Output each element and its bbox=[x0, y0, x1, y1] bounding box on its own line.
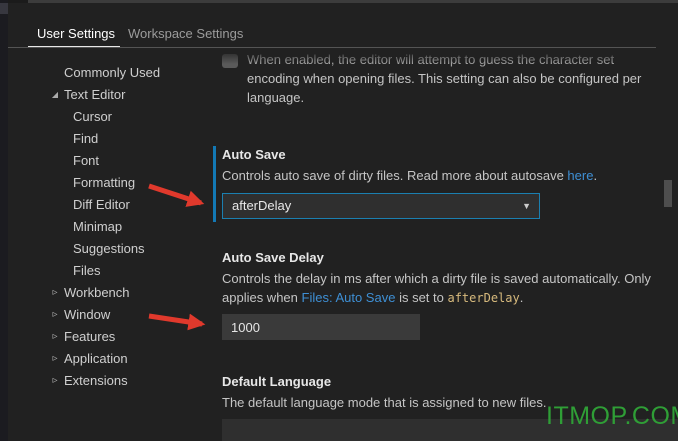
sidebar-item-files[interactable]: Files bbox=[0, 260, 213, 282]
sidebar-item-diff-editor[interactable]: Diff Editor bbox=[0, 194, 213, 216]
sidebar-item-workbench[interactable]: ▹ Workbench bbox=[0, 282, 213, 304]
vertical-scrollbar-thumb[interactable] bbox=[664, 180, 672, 207]
description-text: is set to bbox=[395, 290, 448, 305]
left-scrollbar-thumb[interactable] bbox=[0, 3, 8, 14]
sidebar-item-extensions[interactable]: ▹ Extensions bbox=[0, 370, 213, 392]
sidebar-item-font[interactable]: Font bbox=[0, 150, 213, 172]
description-text: applies when bbox=[222, 290, 302, 305]
modified-setting-indicator bbox=[213, 146, 216, 222]
sidebar-item-application[interactable]: ▹ Application bbox=[0, 348, 213, 370]
sidebar-item-label: Files bbox=[73, 263, 101, 278]
tab-workspace-settings[interactable]: Workspace Settings bbox=[128, 26, 243, 41]
description-text: Controls auto save of dirty files. Read … bbox=[222, 168, 568, 183]
sidebar-item-label: Cursor bbox=[73, 109, 113, 124]
sidebar-item-label: Features bbox=[64, 329, 116, 344]
sidebar-item-label: Extensions bbox=[64, 373, 128, 388]
code-value: afterDelay bbox=[447, 291, 520, 305]
default-language-description: The default language mode that is assign… bbox=[222, 395, 547, 410]
sidebar-item-cursor[interactable]: Cursor bbox=[0, 106, 213, 128]
sidebar-item-commonly-used[interactable]: Commonly Used bbox=[0, 62, 213, 84]
header-separator bbox=[8, 47, 656, 48]
expand-arrow-icon[interactable]: ◢ bbox=[48, 84, 62, 106]
description-text: . bbox=[519, 290, 524, 305]
sidebar-item-label: Font bbox=[73, 153, 100, 168]
auto-save-delay-title: Auto Save Delay bbox=[222, 250, 324, 265]
sidebar-item-window[interactable]: ▹ Window bbox=[0, 304, 213, 326]
sidebar-item-minimap[interactable]: Minimap bbox=[0, 216, 213, 238]
settings-tree: Commonly Used ◢ Text Editor Cursor Find … bbox=[0, 62, 213, 392]
sidebar-item-label: Text Editor bbox=[64, 87, 126, 102]
auto-save-dropdown-value: afterDelay bbox=[232, 198, 292, 213]
sidebar-item-formatting[interactable]: Formatting bbox=[0, 172, 213, 194]
auto-save-description: Controls auto save of dirty files. Read … bbox=[222, 166, 597, 185]
sidebar-item-suggestions[interactable]: Suggestions bbox=[0, 238, 213, 260]
collapse-arrow-icon[interactable]: ▹ bbox=[48, 304, 62, 326]
watermark-text: ITMOP.COM bbox=[546, 402, 678, 430]
sidebar-item-label: Commonly Used bbox=[64, 65, 161, 80]
default-language-title: Default Language bbox=[222, 374, 332, 389]
collapse-arrow-icon[interactable]: ▹ bbox=[48, 326, 62, 348]
sidebar-item-label: Formatting bbox=[73, 175, 136, 190]
description-text: . bbox=[593, 168, 598, 183]
sidebar-item-label: Workbench bbox=[64, 285, 130, 300]
sidebar-item-label: Window bbox=[64, 307, 111, 322]
auto-save-delay-description: Controls the delay in ms after which a d… bbox=[222, 269, 651, 308]
sidebar-item-features[interactable]: ▹ Features bbox=[0, 326, 213, 348]
sidebar-item-label: Diff Editor bbox=[73, 197, 130, 212]
sidebar-item-label: Minimap bbox=[73, 219, 123, 234]
auto-guess-encoding-checkbox[interactable] bbox=[222, 54, 238, 68]
auto-save-delay-input[interactable] bbox=[222, 314, 420, 340]
sidebar-item-label: Suggestions bbox=[73, 241, 145, 256]
tab-user-settings[interactable]: User Settings bbox=[37, 26, 115, 41]
sidebar-item-text-editor[interactable]: ◢ Text Editor bbox=[0, 84, 213, 106]
here-link[interactable]: here bbox=[567, 168, 593, 183]
files-auto-save-link[interactable]: Files: Auto Save bbox=[302, 290, 396, 305]
auto-save-dropdown[interactable]: afterDelay ▼ bbox=[222, 193, 540, 219]
auto-guess-encoding-description: When enabled, the editor will attempt to… bbox=[247, 50, 641, 107]
collapse-arrow-icon[interactable]: ▹ bbox=[48, 282, 62, 304]
description-line: applies when Files: Auto Save is set to … bbox=[222, 288, 651, 308]
collapse-arrow-icon[interactable]: ▹ bbox=[48, 348, 62, 370]
description-line: Controls the delay in ms after which a d… bbox=[222, 271, 651, 286]
settings-editor: User Settings Workspace Settings Commonl… bbox=[0, 0, 678, 441]
description-line: encoding when opening files. This settin… bbox=[247, 71, 642, 86]
description-line: language. bbox=[247, 90, 305, 105]
collapse-arrow-icon[interactable]: ▹ bbox=[48, 370, 62, 392]
description-line: When enabled, the editor will attempt to… bbox=[247, 52, 615, 67]
sidebar-item-find[interactable]: Find bbox=[0, 128, 213, 150]
sidebar-item-label: Find bbox=[73, 131, 99, 146]
auto-save-title: Auto Save bbox=[222, 147, 286, 162]
sidebar-item-label: Application bbox=[64, 351, 128, 366]
chevron-down-icon: ▼ bbox=[522, 201, 531, 211]
top-strip-right bbox=[28, 0, 678, 3]
